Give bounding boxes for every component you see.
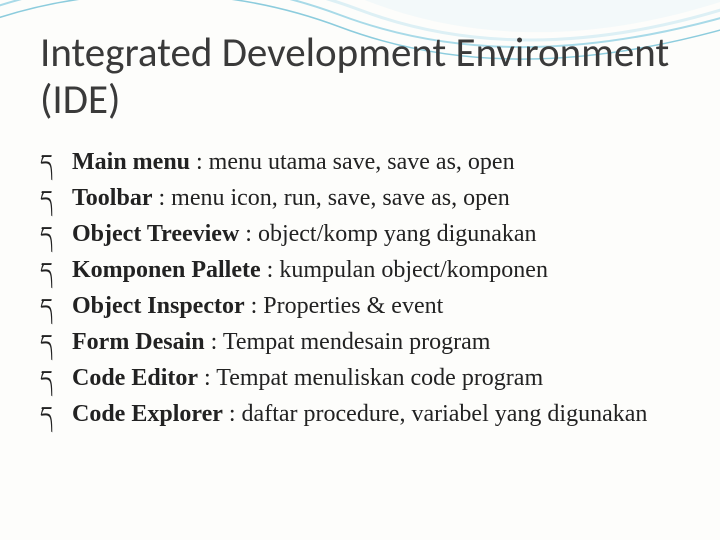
bullet-desc: : menu utama save, save as, open <box>190 149 515 175</box>
bullet-desc: : Tempat menuliskan code program <box>198 365 543 391</box>
list-item: ད Komponen Pallete : kumpulan object/kom… <box>40 252 680 288</box>
bullet-term: Object Inspector <box>72 293 245 319</box>
bullet-term: Code Editor <box>72 365 198 391</box>
list-item: ད Object Treeview : object/komp yang dig… <box>40 216 680 252</box>
bullet-desc: : daftar procedure, variabel yang diguna… <box>223 401 647 427</box>
bullet-term: Main menu <box>72 149 190 175</box>
bullet-desc: : menu icon, run, save, save as, open <box>152 185 509 211</box>
bullet-desc: : Properties & event <box>245 293 444 319</box>
bullet-icon: ད <box>40 290 53 323</box>
slide-title: Integrated Development Environment (IDE) <box>40 30 680 124</box>
bullet-term: Toolbar <box>72 185 152 211</box>
bullet-desc: : Tempat mendesain program <box>205 329 491 355</box>
bullet-term: Komponen Pallete <box>72 257 261 283</box>
bullet-list: ད Main menu : menu utama save, save as, … <box>40 144 680 432</box>
bullet-icon: ད <box>40 254 53 287</box>
bullet-icon: ད <box>40 218 53 251</box>
slide: Integrated Development Environment (IDE)… <box>0 0 720 540</box>
bullet-term: Form Desain <box>72 329 205 355</box>
list-item: ད Main menu : menu utama save, save as, … <box>40 144 680 180</box>
list-item: ད Form Desain : Tempat mendesain program <box>40 324 680 360</box>
list-item: ད Code Editor : Tempat menuliskan code p… <box>40 360 680 396</box>
bullet-term: Object Treeview <box>72 221 239 247</box>
list-item: ད Toolbar : menu icon, run, save, save a… <box>40 180 680 216</box>
bullet-desc: : kumpulan object/komponen <box>261 257 548 283</box>
bullet-icon: ད <box>40 146 53 179</box>
bullet-icon: ད <box>40 182 53 215</box>
bullet-icon: ད <box>40 362 53 395</box>
bullet-term: Code Explorer <box>72 401 223 427</box>
list-item: ད Object Inspector : Properties & event <box>40 288 680 324</box>
bullet-desc: : object/komp yang digunakan <box>239 221 536 247</box>
list-item: ད Code Explorer : daftar procedure, vari… <box>40 396 680 432</box>
bullet-icon: ད <box>40 398 53 431</box>
bullet-icon: ད <box>40 326 53 359</box>
